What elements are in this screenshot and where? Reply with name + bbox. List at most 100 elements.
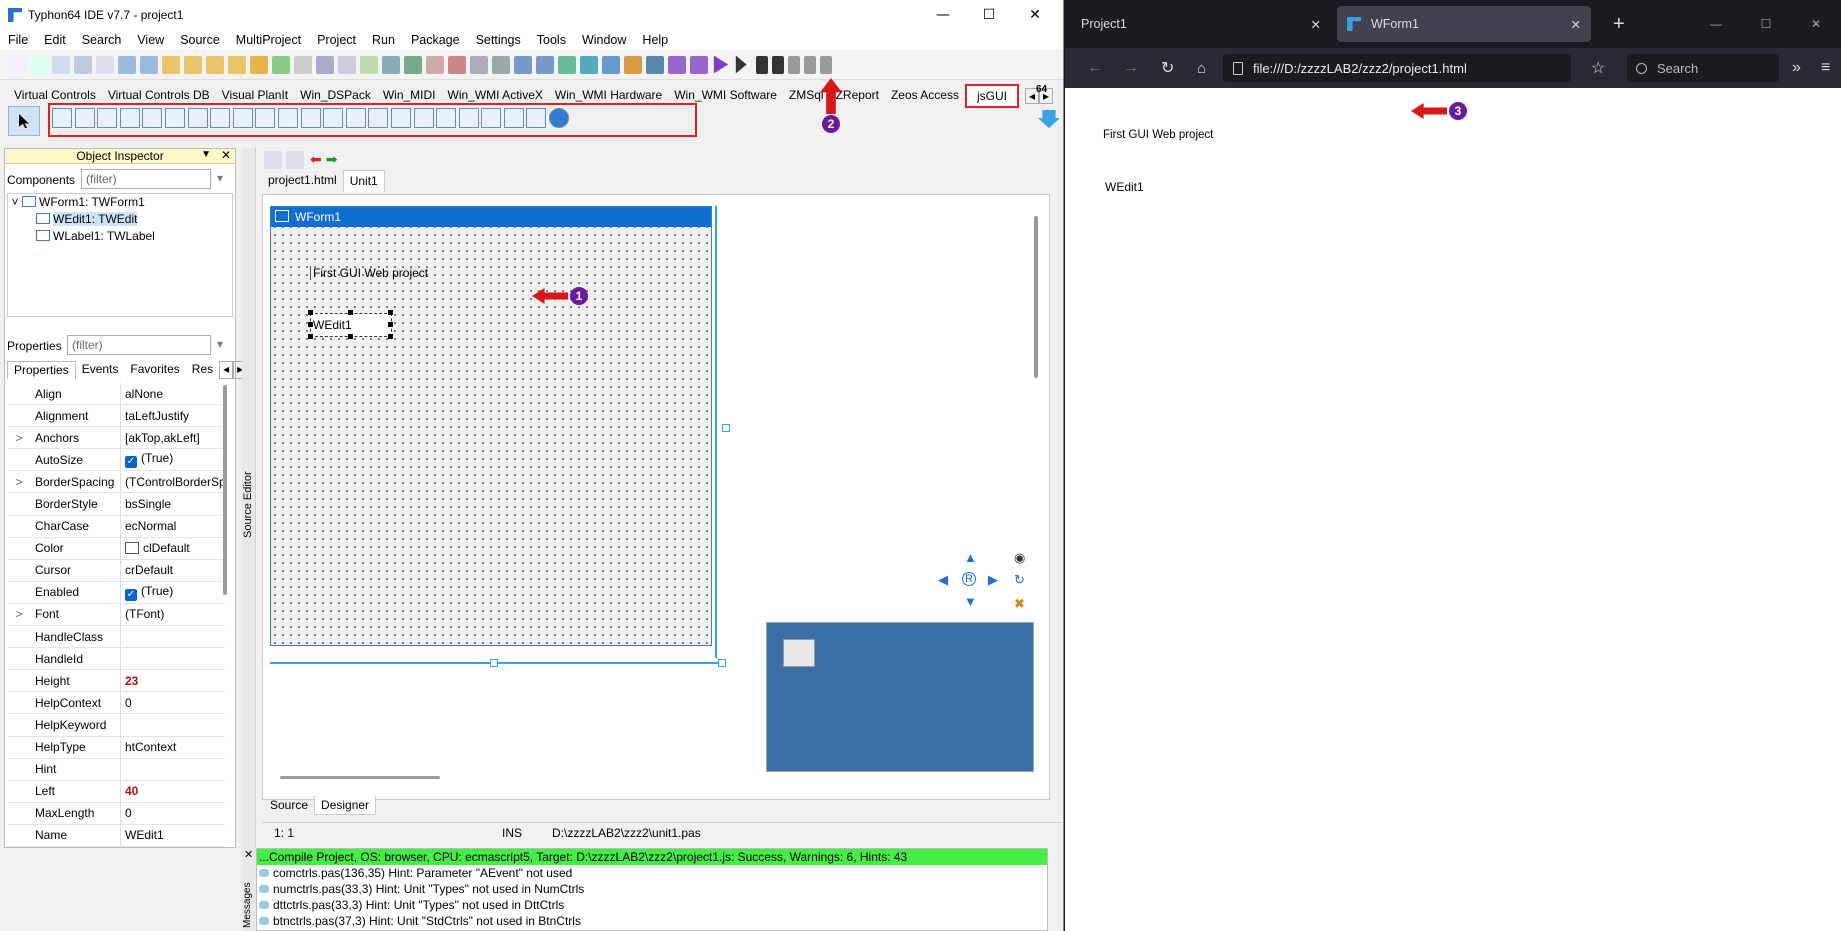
editor-nav-icon[interactable]: [264, 151, 282, 169]
properties-filter-input[interactable]: (filter): [67, 335, 211, 355]
wimage-component-icon[interactable]: [255, 108, 276, 128]
designer-minimap[interactable]: [766, 622, 1034, 772]
resize-handle-corner[interactable]: [718, 659, 726, 667]
tab-properties[interactable]: Properties: [7, 361, 76, 379]
property-value[interactable]: (TFont): [121, 607, 225, 621]
tab-favorites[interactable]: Favorites: [124, 361, 185, 379]
wlabel-component-icon[interactable]: [232, 108, 253, 128]
gears-icon[interactable]: [690, 55, 708, 74]
property-row[interactable]: Hint: [7, 758, 225, 781]
compile-success-message[interactable]: ...Compile Project, OS: browser, CPU: ec…: [257, 849, 1047, 865]
wgroup-component-icon[interactable]: [323, 108, 344, 128]
palette-tab[interactable]: Zeos Access: [885, 86, 965, 104]
designer-vscrollbar[interactable]: [1034, 216, 1038, 378]
dependency-icon[interactable]: [558, 55, 576, 74]
property-row[interactable]: AutoSize ✓ (True): [7, 449, 225, 472]
palette-tab[interactable]: Win_WMI Hardware: [549, 86, 668, 104]
menu-search[interactable]: Search: [74, 33, 130, 47]
wtimer-component-icon[interactable]: [300, 108, 321, 128]
wedit-component-icon[interactable]: [119, 108, 140, 128]
palette-tab[interactable]: ZMSql: [783, 86, 830, 104]
property-row[interactable]: HelpType htContext: [7, 736, 225, 759]
designer-hscrollbar[interactable]: [280, 776, 440, 779]
save-all-icon[interactable]: [96, 55, 114, 74]
wtime-component-icon[interactable]: [413, 108, 434, 128]
wlabel1-component[interactable]: First GUI Web project: [310, 266, 428, 280]
windows-icon[interactable]: [338, 55, 356, 74]
browser-close-icon[interactable]: ✕: [1791, 17, 1841, 31]
property-value[interactable]: WEdit1: [121, 828, 225, 842]
options-icon[interactable]: [360, 55, 378, 74]
wfloat-edit-component-icon[interactable]: [345, 108, 366, 128]
property-value[interactable]: (TControlBorderSp: [121, 475, 225, 489]
components-filter-input[interactable]: (filter): [81, 169, 211, 189]
property-row[interactable]: HelpKeyword: [7, 714, 225, 737]
property-row[interactable]: Alignment taLeftJustify: [7, 405, 225, 428]
forward-arrow-icon[interactable]: ➡: [326, 151, 338, 169]
bookmark-star-icon[interactable]: ☆: [1591, 58, 1605, 78]
project-icon[interactable]: [272, 55, 290, 74]
resize-handle-right[interactable]: [722, 424, 730, 432]
compile-icon[interactable]: [514, 55, 532, 74]
close-icon[interactable]: ✕: [1012, 0, 1058, 30]
menu-help[interactable]: Help: [634, 33, 676, 47]
property-row[interactable]: Height 23: [7, 670, 225, 693]
step-out-icon[interactable]: [820, 55, 832, 74]
package-icon[interactable]: [162, 55, 180, 74]
step-over-icon[interactable]: [804, 55, 816, 74]
run-params-icon[interactable]: [735, 55, 747, 74]
property-value[interactable]: [akTop,akLeft]: [121, 431, 225, 445]
property-row[interactable]: HandleClass: [7, 626, 225, 649]
wfolder-component-icon[interactable]: [436, 108, 457, 128]
palette-tab[interactable]: Win_DSPack: [294, 86, 377, 104]
wframe-component-icon[interactable]: [526, 108, 547, 128]
nav-up-icon[interactable]: ▲: [964, 550, 977, 565]
tab-designer[interactable]: Designer: [314, 796, 377, 815]
build-icon[interactable]: [536, 55, 554, 74]
tab-events[interactable]: Events: [76, 361, 125, 379]
browser-search-input[interactable]: Search: [1627, 54, 1779, 82]
property-row[interactable]: > BorderSpacing (TControlBorderSp: [7, 471, 225, 494]
units-icon[interactable]: [470, 55, 488, 74]
property-row[interactable]: > Anchors [akTop,akLeft]: [7, 427, 225, 450]
tab-unit1[interactable]: Unit1: [342, 170, 385, 192]
wgrid-component-icon[interactable]: [458, 108, 479, 128]
property-value[interactable]: 0: [121, 806, 225, 820]
forms-icon[interactable]: [492, 55, 510, 74]
download-arrow-icon[interactable]: [1038, 110, 1060, 128]
property-value[interactable]: alNone: [121, 387, 225, 401]
wsplitter-component-icon[interactable]: [481, 108, 502, 128]
tab-project1-html[interactable]: project1.html: [262, 170, 343, 192]
open-icon[interactable]: [52, 55, 70, 74]
minimize-icon[interactable]: —: [920, 0, 966, 30]
property-value[interactable]: 40: [121, 784, 225, 798]
close-inspector-icon[interactable]: ✕: [221, 148, 231, 162]
menu-window[interactable]: Window: [574, 33, 634, 47]
wrench-icon[interactable]: ✖: [1014, 596, 1025, 612]
wdate-component-icon[interactable]: [390, 108, 411, 128]
property-value[interactable]: 23: [121, 674, 225, 688]
search-project-icon[interactable]: [382, 55, 400, 74]
property-value[interactable]: bsSingle: [121, 497, 225, 511]
wradio-component-icon[interactable]: [210, 108, 231, 128]
monitor-icon[interactable]: [646, 55, 664, 74]
property-scrollbar[interactable]: [223, 385, 227, 595]
wlist-component-icon[interactable]: [142, 108, 163, 128]
new-file-icon[interactable]: [8, 55, 26, 74]
toggle-form-icon[interactable]: [448, 55, 466, 74]
expand-icon[interactable]: >: [7, 607, 31, 621]
checkbox-icon[interactable]: ✓: [125, 456, 137, 469]
hint-message[interactable]: dttctrls.pas(33,3) Hint: Unit "Types" no…: [257, 897, 1047, 913]
hint-message[interactable]: btnctrls.pas(37,3) Hint: Unit "StdCtrls"…: [257, 913, 1047, 929]
property-row[interactable]: BorderStyle bsSingle: [7, 493, 225, 516]
overflow-chevrons-icon[interactable]: »: [1792, 59, 1801, 77]
save-icon[interactable]: [74, 55, 92, 74]
palette-tab-jsgui[interactable]: jsGUI: [964, 84, 1019, 108]
menu-file[interactable]: File: [0, 33, 36, 47]
property-row[interactable]: MaxLength 0: [7, 802, 225, 825]
tab-source[interactable]: Source: [264, 796, 314, 815]
property-value[interactable]: ✓ (True): [121, 584, 225, 601]
hint-message[interactable]: comctrls.pas(136,35) Hint: Parameter "AE…: [257, 865, 1047, 881]
browser-minimize-icon[interactable]: —: [1691, 17, 1741, 31]
tree-item-wedit1[interactable]: WEdit1: TWEdit: [8, 211, 232, 228]
